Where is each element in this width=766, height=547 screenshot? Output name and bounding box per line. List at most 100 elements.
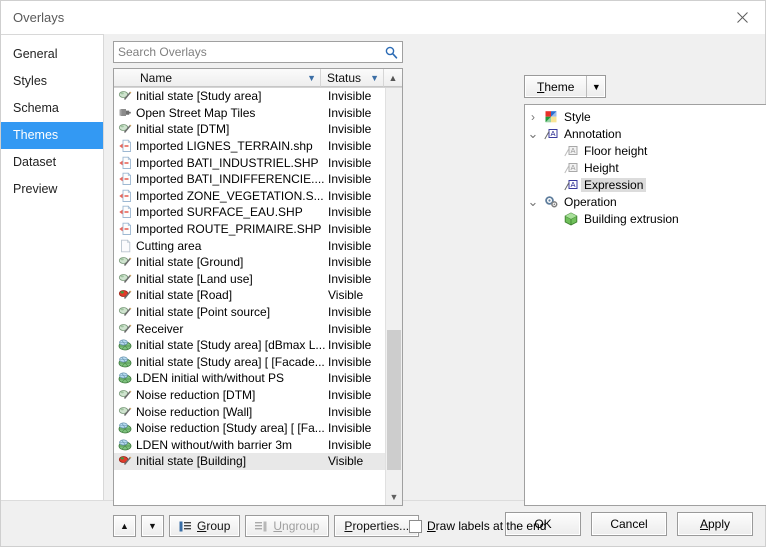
list-item-name: Initial state [Building] [136,454,247,469]
style-swatch-icon [541,110,561,124]
list-item[interactable]: Imported ROUTE_PRIMAIRE.SHP Invisible [114,221,385,238]
apply-button[interactable]: Apply [677,511,753,536]
search-icon[interactable] [380,42,402,62]
layer-edit-icon [114,272,136,286]
chevron-right-icon[interactable]: › [525,110,541,124]
list-item-status: Invisible [328,139,372,154]
list-item-name: Imported BATI_INDIFFERENCIE.... [136,172,325,187]
list-column-headers: Name ▼ Status ▼ ▲ [114,69,402,88]
theme-dropdown-button[interactable]: Theme ▼ [524,75,607,98]
group-button[interactable]: Group [169,515,241,537]
sidebar-item-themes[interactable]: Themes [1,122,103,149]
blank-page-icon [114,239,136,253]
list-item[interactable]: Cutting area Invisible [114,237,385,254]
list-item-name: Noise reduction [Wall] [136,404,253,419]
list-item-name: Initial state [Land use] [136,271,253,286]
list-item[interactable]: Initial state [Road] Visible [114,287,385,304]
tree-node-label: Height [584,160,619,175]
list-item[interactable]: Initial state [DTM] Invisible [114,121,385,138]
column-header-name[interactable]: Name ▼ [114,69,321,87]
tree-node[interactable]: ⌄ A Annotation [525,125,766,142]
move-down-button[interactable]: ▼ [141,515,164,537]
list-item[interactable]: LDEN without/with barrier 3m Invisible [114,436,385,453]
list-vertical-scrollbar[interactable]: ▼ [385,88,402,505]
extrusion-icon [561,211,581,226]
search-box[interactable] [113,41,403,63]
tree-node[interactable]: A Expression [525,176,766,193]
list-item[interactable]: Initial state [Building] Visible [114,453,385,470]
list-item-name: Imported ZONE_VEGETATION.S... [136,188,324,203]
import-file-icon [114,139,136,153]
group-icon [179,521,191,532]
list-item[interactable]: Noise reduction [Wall] Invisible [114,403,385,420]
list-item-status: Invisible [328,404,372,419]
list-item[interactable]: Imported BATI_INDUSTRIEL.SHP Invisible [114,154,385,171]
list-item[interactable]: LDEN initial with/without PS Invisible [114,370,385,387]
chevron-down-icon[interactable]: ▼ [586,76,605,97]
sidebar-item-dataset[interactable]: Dataset [1,149,103,176]
list-item[interactable]: Imported ZONE_VEGETATION.S... Invisible [114,188,385,205]
list-item[interactable]: Initial state [Study area] [dBmax L... In… [114,337,385,354]
list-item-name: Receiver [136,321,184,336]
ungroup-button[interactable]: Ungroup [245,515,330,537]
list-item-status: Invisible [328,305,372,320]
list-item[interactable]: Initial state [Study area] [ [Facade... I… [114,354,385,371]
tree-node[interactable]: A Height [525,159,766,176]
list-item[interactable]: Initial state [Land use] Invisible [114,271,385,288]
sidebar-item-styles[interactable]: Styles [1,68,103,95]
list-item[interactable]: Imported BATI_INDIFFERENCIE.... Invisible [114,171,385,188]
triangle-down-icon: ▼ [148,520,157,531]
list-item-status: Invisible [328,255,372,270]
move-up-button[interactable]: ▲ [113,515,136,537]
list-item-name: Initial state [Ground] [136,255,244,270]
layer-edit-red-icon [114,454,136,468]
import-file-icon [118,156,131,169]
chevron-down-icon[interactable]: ⌄ [525,127,541,140]
layer-edit-red-icon [114,288,136,302]
import-file-icon [118,172,131,186]
list-item[interactable]: Initial state [Study area] Invisible [114,88,385,105]
list-item[interactable]: Imported SURFACE_EAU.SHP Invisible [114,204,385,221]
list-item[interactable]: Initial state [Ground] Invisible [114,254,385,271]
triangle-up-icon: ▲ [120,520,129,531]
ungroup-glyph [255,521,267,531]
list-item[interactable]: Noise reduction [Study area] [ [Fa... Inv… [114,420,385,437]
tree-node[interactable]: ⌄ Operation [525,193,766,210]
list-rows-container: Initial state [Study area] Invisible Open … [114,88,385,505]
list-item[interactable]: Noise reduction [DTM] Invisible [114,387,385,404]
chevron-down-icon: ▼ [307,72,316,83]
grid-globe-icon [114,438,136,452]
search-input[interactable] [114,43,380,61]
list-item-name: Cutting area [136,238,202,253]
sidebar-item-general[interactable]: General [1,41,103,68]
tree-node[interactable]: Building extrusion [525,210,766,227]
plugin-icon [114,106,136,120]
chevron-down-icon[interactable]: ⌄ [525,195,541,208]
list-item-status: Invisible [328,155,372,170]
import-file-icon [114,189,136,203]
cancel-button[interactable]: Cancel [591,511,667,536]
draw-labels-checkbox[interactable] [409,519,422,533]
column-header-name-label: Name [140,70,173,85]
import-file-icon [114,156,136,170]
sidebar-item-preview[interactable]: Preview [1,176,103,203]
import-file-icon [118,139,131,153]
list-item[interactable]: Imported LIGNES_TERRAIN.shp Invisible [114,138,385,155]
plugin-icon [119,108,131,116]
list-item[interactable]: Receiver Invisible [114,320,385,337]
properties-button[interactable]: Properties... [334,515,420,537]
column-header-status[interactable]: Status ▼ [321,69,384,87]
grid-globe-icon [118,372,131,384]
tree-node[interactable]: A Floor height [525,142,766,159]
grid-globe-icon [114,338,136,352]
list-item[interactable]: Open Street Map Tiles Invisible [114,105,385,122]
tree-node[interactable]: › Style [525,108,766,125]
draw-labels-checkbox-row[interactable]: Draw labels at the end [409,519,546,533]
scroll-up-button[interactable]: ▲ [384,69,402,87]
content-area: Name ▼ Status ▼ ▲ Initial state [Study a… [104,34,766,537]
sidebar-item-schema[interactable]: Schema [1,95,103,122]
scroll-down-button[interactable]: ▼ [386,488,402,505]
close-icon[interactable] [719,1,765,33]
list-item[interactable]: Initial state [Point source] Invisible [114,304,385,321]
scrollbar-thumb[interactable] [387,330,401,470]
